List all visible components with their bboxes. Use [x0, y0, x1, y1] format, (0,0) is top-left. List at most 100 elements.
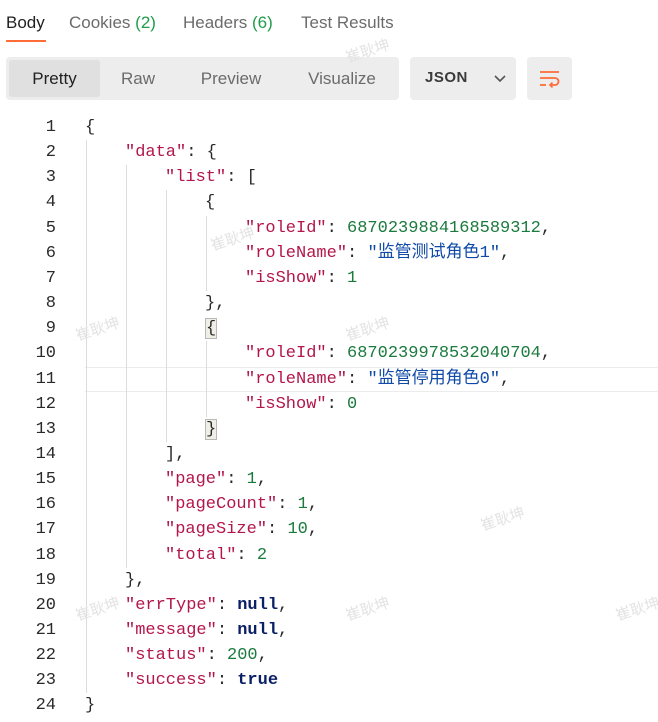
indent-guide — [206, 215, 207, 292]
view-mode-visualize[interactable]: Visualize — [287, 60, 397, 97]
code-line: "isShow": 0 — [245, 392, 357, 417]
json-key: "status" — [125, 646, 207, 666]
json-punctuation: : — [226, 470, 247, 490]
code-line: "status": 200, — [125, 643, 268, 668]
tab-body-label: Body — [6, 13, 45, 32]
json-key: "pageSize" — [165, 520, 268, 540]
line-number: 3 — [45, 168, 56, 188]
response-body-viewer[interactable]: 1{2 "data": {3 "list": [4{5 "roleId": 68702… — [0, 113, 658, 722]
line-number: 11 — [35, 369, 56, 389]
code-line: }, — [205, 291, 225, 316]
json-key: "list" — [165, 168, 227, 188]
json-key: "data" — [125, 143, 187, 163]
code-line: }, — [125, 568, 145, 593]
json-value: 6870239884168589312 — [347, 218, 541, 238]
json-punctuation: }, — [205, 294, 226, 314]
json-punctuation: : { — [186, 143, 217, 163]
json-punctuation: , — [278, 595, 289, 615]
code-line: "message": null, — [125, 618, 288, 643]
tab-headers-label: Headers — [183, 13, 248, 32]
json-punctuation: } — [85, 696, 96, 716]
line-number: 22 — [35, 646, 56, 666]
json-key: "message" — [125, 621, 217, 640]
code-line: { — [205, 316, 218, 341]
wrap-lines-button[interactable] — [527, 57, 572, 100]
json-value: "监管测试角色1" — [367, 243, 501, 263]
json-key: "success" — [125, 671, 217, 691]
tab-cookies-count: (2) — [135, 13, 156, 32]
code-line: "total": 2 — [165, 543, 267, 568]
json-key: "roleId" — [245, 218, 327, 238]
json-punctuation: , — [307, 495, 319, 515]
code-line: "pageSize": 10, — [165, 517, 318, 542]
json-key: "page" — [165, 470, 227, 490]
line-number: 8 — [45, 294, 56, 314]
code-line: "roleName": "监管停用角色0", — [245, 367, 510, 392]
code-line: "success": true — [125, 668, 278, 693]
chevron-down-icon — [494, 75, 506, 83]
view-mode-raw[interactable]: Raw — [101, 60, 175, 97]
code-line: "roleId": 6870239884168589312, — [245, 216, 551, 241]
matched-bracket: { — [205, 318, 218, 340]
tab-cookies[interactable]: Cookies (2) — [69, 13, 156, 33]
json-value: 0 — [347, 394, 358, 414]
line-number: 18 — [35, 545, 56, 565]
code-line: "pageCount": 1, — [165, 492, 318, 517]
line-number: 7 — [45, 268, 56, 288]
view-mode-preview[interactable]: Preview — [178, 60, 284, 97]
json-punctuation: , — [500, 243, 511, 263]
line-number: 5 — [45, 218, 56, 238]
json-punctuation: , — [256, 470, 268, 490]
json-punctuation: : — [277, 495, 298, 515]
line-number: 4 — [45, 193, 56, 213]
wrap-lines-icon — [540, 71, 560, 88]
json-key: "isShow" — [245, 394, 327, 414]
line-number: 12 — [35, 394, 56, 414]
tab-headers[interactable]: Headers (6) — [183, 13, 273, 33]
json-punctuation: : — [216, 671, 238, 691]
tab-body[interactable]: Body — [6, 13, 45, 33]
json-punctuation: }, — [125, 570, 146, 590]
json-key: "total" — [165, 545, 237, 565]
code-line: "isShow": 1 — [245, 266, 357, 291]
line-number: 17 — [35, 520, 56, 540]
code-line: "data": { — [125, 140, 217, 165]
code-line: "roleId": 6870239978532040704, — [245, 341, 551, 366]
json-value: 6870239978532040704 — [347, 344, 541, 364]
json-value: 1 — [246, 470, 257, 490]
line-number: 13 — [35, 419, 56, 439]
code-line: "roleName": "监管测试角色1", — [245, 241, 510, 266]
indent-guide — [86, 140, 87, 694]
line-number: 20 — [35, 595, 56, 615]
json-punctuation: : — [267, 520, 288, 540]
line-number: 1 — [45, 118, 56, 137]
code-line: "page": 1, — [165, 467, 267, 492]
json-value: null — [237, 621, 279, 640]
response-tabs: Body Cookies (2) Headers (6) Test Result… — [0, 0, 658, 44]
json-punctuation: ], — [165, 444, 186, 464]
code-line: "errType": null, — [125, 593, 288, 618]
tab-test-results[interactable]: Test Results — [301, 13, 394, 33]
json-punctuation: : [ — [226, 168, 257, 188]
line-number: 23 — [35, 671, 56, 691]
view-mode-switcher: Pretty Raw Preview Visualize — [6, 57, 399, 100]
json-punctuation: , — [278, 621, 289, 640]
json-punctuation: : — [347, 369, 368, 389]
indent-guide — [126, 165, 127, 568]
json-value: 1 — [297, 495, 308, 515]
json-punctuation: : — [326, 268, 348, 288]
json-punctuation: , — [540, 218, 552, 238]
json-punctuation: { — [85, 118, 96, 137]
indent-guide — [206, 341, 207, 417]
format-dropdown-value: JSON — [425, 69, 468, 86]
json-punctuation: : — [347, 243, 368, 263]
code-line: { — [85, 115, 95, 140]
tab-headers-count: (6) — [252, 13, 273, 32]
json-punctuation: : — [326, 394, 348, 414]
json-key: "errType" — [125, 595, 217, 615]
json-punctuation: : — [236, 545, 257, 565]
active-tab-indicator — [6, 40, 46, 42]
format-dropdown[interactable]: JSON — [410, 57, 516, 100]
json-key: "roleName" — [245, 243, 348, 263]
view-mode-pretty[interactable]: Pretty — [9, 60, 100, 97]
